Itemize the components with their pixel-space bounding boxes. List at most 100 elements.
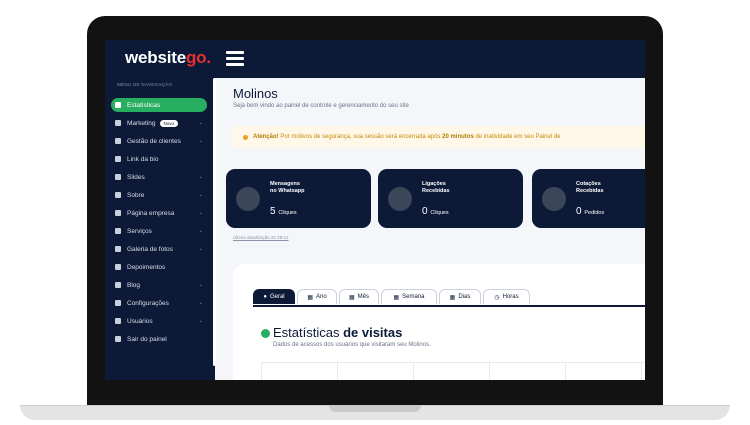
sidebar-item-label: Configurações <box>127 299 169 307</box>
chevron-down-icon: ⌄ <box>198 174 203 180</box>
sidebar-item-estatisticas[interactable]: Estatísticas <box>111 98 207 112</box>
logo-text: website <box>125 48 186 67</box>
camera-icon <box>115 246 121 252</box>
screen: websitego. MENU DE NAVEGAÇÃO Estatística… <box>105 40 645 380</box>
pie-icon: ● <box>263 294 267 300</box>
users-icon <box>115 138 121 144</box>
user-icon <box>115 318 121 324</box>
sidebar-item-link-bio[interactable]: Link da bio <box>111 152 207 166</box>
logo-accent: go <box>185 48 207 67</box>
alert-bold: 20 minutos <box>442 134 474 140</box>
chevron-down-icon: ⌄ <box>198 192 203 198</box>
sidebar-item-configuracoes[interactable]: Configurações ⌄ <box>111 296 207 310</box>
card-title: Ligações <box>422 181 446 187</box>
file-icon <box>115 192 121 198</box>
card-unit: Pedidos <box>584 210 605 216</box>
sidebar-scrollbar[interactable] <box>213 78 216 366</box>
card-title: Recebidas <box>576 188 604 194</box>
calendar-icon: ▦ <box>449 294 456 301</box>
last-updated: Última atualização 21:28:12 <box>233 235 289 240</box>
tab-label: Mês <box>357 294 369 300</box>
stats-grid <box>261 362 645 380</box>
sidebar-item-label: Sair do painel <box>127 335 167 343</box>
card-whatsapp: Mensagens no Whatsapp 5 Cliques <box>226 169 371 228</box>
handshake-icon <box>115 228 121 234</box>
sidebar-item-label: Usuários <box>127 317 153 325</box>
stats-title-bold: de visitas <box>343 325 403 340</box>
page-title: Molinos <box>233 86 278 101</box>
sidebar-item-label: Página empresa <box>127 209 175 217</box>
sidebar-item-gestao-clientes[interactable]: Gestão de clientes ⌄ <box>111 134 207 148</box>
sidebar-item-label: Serviços <box>127 227 152 235</box>
card-title: Mensagens <box>270 181 300 187</box>
stats-subtitle: Dados de acessos dos usuários que visita… <box>273 342 431 348</box>
sidebar-item-label: Estatísticas <box>127 101 161 109</box>
sidebar: MENU DE NAVEGAÇÃO Estatísticas Marketing… <box>105 78 215 380</box>
sidebar-item-depoimentos[interactable]: Depoimentos <box>111 260 207 274</box>
card-value: 0 <box>576 206 582 217</box>
sidebar-item-sair[interactable]: Sair do painel <box>111 332 207 346</box>
sidebar-item-servicos[interactable]: Serviços ⌄ <box>111 224 207 238</box>
stats-title-light: Estatísticas <box>273 325 344 340</box>
sidebar-item-label: Slides <box>127 173 145 181</box>
tab-label: Semana <box>402 294 425 300</box>
chart-line-icon <box>115 120 121 126</box>
phone-icon <box>388 187 412 211</box>
alert-suffix: de inatividade em seu Painel de <box>473 134 561 140</box>
calendar-icon: ▦ <box>348 294 355 301</box>
page-subtitle: Seja bem vindo ao painel de controle e g… <box>233 103 409 109</box>
chevron-down-icon: ⌄ <box>198 282 203 288</box>
chevron-down-icon: ⌄ <box>198 210 203 216</box>
tab-geral[interactable]: ● Geral <box>253 289 295 304</box>
chevron-down-icon: ⌄ <box>198 246 203 252</box>
card-unit: Cliques <box>430 210 449 216</box>
menu-toggle-icon[interactable] <box>226 51 244 66</box>
tab-horas[interactable]: ◷ Horas <box>483 289 530 304</box>
chevron-down-icon: ⌄ <box>198 120 203 126</box>
card-title: no Whatsapp <box>270 188 305 194</box>
card-value: 5 <box>270 206 276 217</box>
card-title: Cotações <box>576 181 601 187</box>
sidebar-item-label: Gestão de clientes <box>127 137 181 145</box>
tab-semana[interactable]: ▦ Semana <box>381 289 437 304</box>
logout-icon <box>115 336 121 342</box>
share-icon <box>115 156 121 162</box>
card-ligacoes: Ligações Recebidas 0 Cliques <box>378 169 523 228</box>
sidebar-item-slides[interactable]: Slides ⌄ <box>111 170 207 184</box>
slides-icon <box>115 174 121 180</box>
tab-label: Horas <box>502 294 519 300</box>
blog-icon <box>115 282 121 288</box>
clock-icon: ◷ <box>494 294 500 301</box>
security-alert: Atenção! Por motivos de segurança, sua s… <box>233 126 645 148</box>
chevron-down-icon: ⌄ <box>198 138 203 144</box>
cart-icon <box>542 187 566 211</box>
tab-mes[interactable]: ▦ Mês <box>339 289 379 304</box>
sidebar-item-sobre[interactable]: Sobre ⌄ <box>111 188 207 202</box>
sidebar-item-label: Galeria de fotos <box>127 245 173 253</box>
chevron-down-icon: ⌄ <box>198 318 203 324</box>
sidebar-item-galeria[interactable]: Galeria de fotos ⌄ <box>111 242 207 256</box>
stats-panel: ● Geral ▦ Ano ▦ Mês ▦ Semana ▦ Dias ◷ Horas Es… <box>233 264 645 380</box>
chevron-down-icon: ⌄ <box>198 228 203 234</box>
laptop-notch <box>329 405 421 412</box>
sidebar-item-usuarios[interactable]: Usuários ⌄ <box>111 314 207 328</box>
calendar-icon: ▦ <box>307 294 313 301</box>
main-content: Molinos Seja bem vindo ao painel de cont… <box>218 78 645 380</box>
warning-icon <box>243 134 248 140</box>
sidebar-item-blog[interactable]: Blog ⌄ <box>111 278 207 292</box>
alert-text: Por motivos de segurança, sua sessão ser… <box>278 134 443 140</box>
tab-ano[interactable]: ▦ Ano <box>297 289 337 304</box>
tab-dias[interactable]: ▦ Dias <box>439 289 481 304</box>
sidebar-item-pagina-empresa[interactable]: Página empresa ⌄ <box>111 206 207 220</box>
pie-chart-icon <box>261 329 270 338</box>
card-title: Recebidas <box>422 188 450 194</box>
calendar-icon: ▦ <box>393 294 400 301</box>
sidebar-item-marketing[interactable]: Marketing Novo ⌄ <box>111 116 207 130</box>
tab-label: Dias <box>458 294 471 300</box>
top-bar: websitego. <box>105 40 645 78</box>
logo[interactable]: websitego. <box>125 48 211 68</box>
card-value: 0 <box>422 206 428 217</box>
nav-heading: MENU DE NAVEGAÇÃO <box>117 82 173 87</box>
sidebar-item-label: Depoimentos <box>127 263 166 271</box>
sidebar-item-label: Blog <box>127 281 141 289</box>
